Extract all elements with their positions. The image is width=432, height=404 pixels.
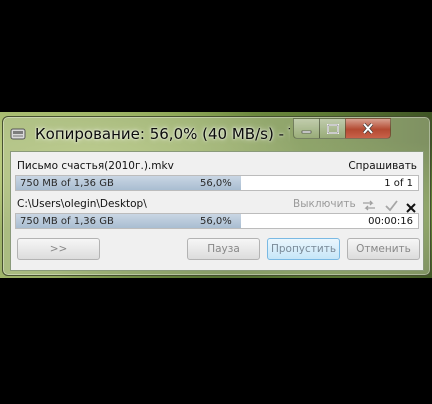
total-percent: 56,0% xyxy=(200,216,232,227)
total-progress-bar: 750 MB of 1,36 GB 56,0% 00:00:16 xyxy=(15,213,419,229)
file-size-progress: 750 MB of 1,36 GB xyxy=(20,178,114,189)
skip-button[interactable]: Пропустить xyxy=(267,238,340,260)
file-progress-bar: 750 MB of 1,36 GB 56,0% 1 of 1 xyxy=(15,175,419,191)
minimize-icon xyxy=(301,119,312,138)
source-filename: Письмо счастья(2010г.).mkv xyxy=(17,160,174,172)
window-title: Копирование: 56,0% (40 MB/s) - Ter... xyxy=(35,125,290,143)
ask-mode-link[interactable]: Спрашивать xyxy=(348,160,417,172)
more-button[interactable]: >> xyxy=(17,238,100,260)
minimize-button[interactable] xyxy=(293,118,320,139)
shutdown-option[interactable]: Выключить xyxy=(293,198,356,210)
cancel-button[interactable]: Отменить xyxy=(347,238,420,260)
title-bar[interactable]: Копирование: 56,0% (40 MB/s) - Ter... xyxy=(3,117,430,149)
destination-path: C:\Users\olegin\Desktop\ xyxy=(17,198,147,210)
close-icon xyxy=(362,119,374,138)
copy-dialog-window: Копирование: 56,0% (40 MB/s) - Ter... Пи… xyxy=(2,116,431,276)
close-button[interactable] xyxy=(345,118,391,139)
total-size-progress: 750 MB of 1,36 GB xyxy=(20,216,114,227)
maximize-icon xyxy=(326,119,339,138)
pause-button[interactable]: Пауза xyxy=(187,238,260,260)
file-count: 1 of 1 xyxy=(384,178,413,189)
remaining-time: 00:00:16 xyxy=(368,216,413,227)
maximize-button[interactable] xyxy=(319,118,346,139)
copy-app-icon xyxy=(10,126,26,140)
dialog-client-area: Письмо счастья(2010г.).mkv Спрашивать 75… xyxy=(10,151,424,271)
file-percent: 56,0% xyxy=(200,178,232,189)
